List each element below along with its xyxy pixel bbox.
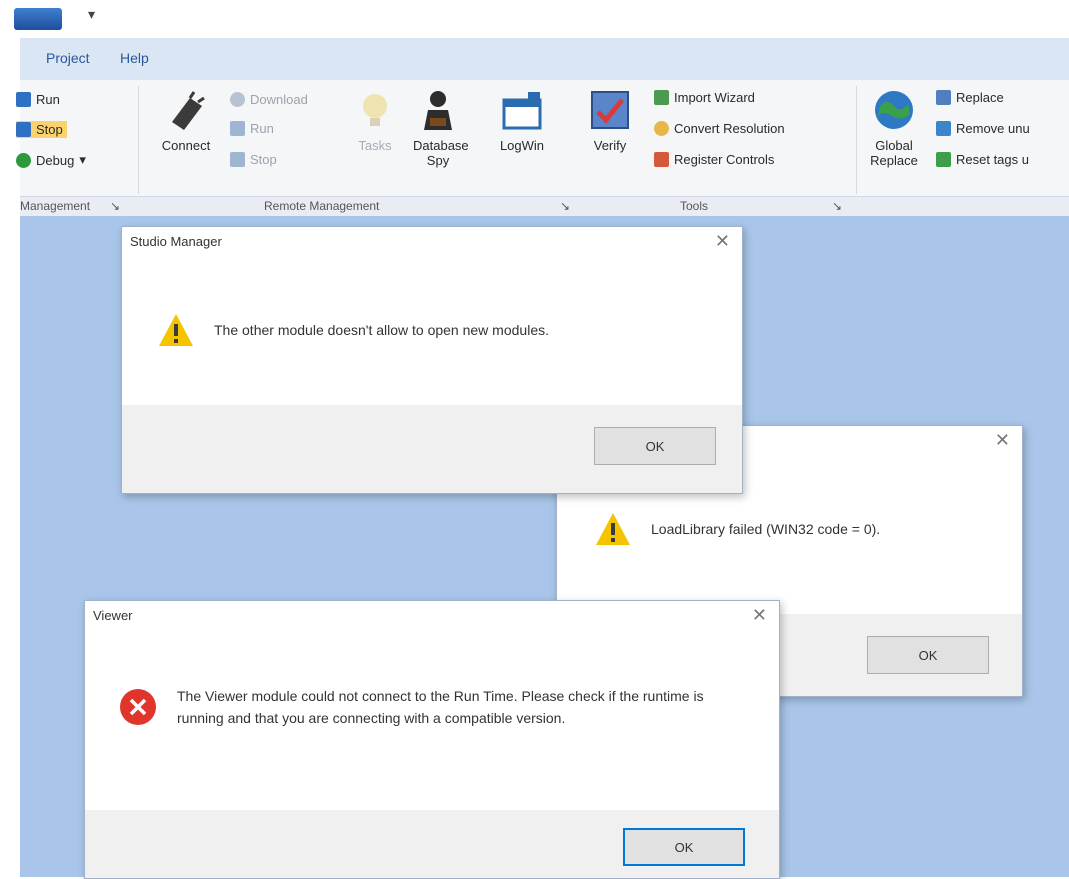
menu-project[interactable]: Project bbox=[46, 50, 90, 66]
database-spy-icon bbox=[424, 91, 452, 130]
reset-tags-icon bbox=[936, 152, 951, 167]
register-controls-icon bbox=[654, 152, 669, 167]
error-icon bbox=[120, 689, 156, 725]
remote-run-icon bbox=[230, 121, 245, 136]
debug-dropdown-icon: ▾ bbox=[79, 152, 86, 167]
menu-help[interactable]: Help bbox=[120, 50, 149, 66]
globe-icon bbox=[875, 91, 913, 129]
remove-unused-label: Remove unu bbox=[956, 121, 1030, 136]
remove-unused-button[interactable]: Remove unu bbox=[936, 121, 1030, 136]
connect-button[interactable]: Connect bbox=[154, 88, 218, 153]
logwin-label: LogWin bbox=[499, 138, 545, 153]
stop-button[interactable]: Stop bbox=[16, 121, 67, 138]
ok-button[interactable]: OK bbox=[867, 636, 989, 674]
group-launcher-icon[interactable]: ↘ bbox=[560, 199, 570, 213]
register-controls-button[interactable]: Register Controls bbox=[654, 152, 774, 167]
group-launcher-icon[interactable]: ↘ bbox=[832, 199, 842, 213]
debug-label: Debug bbox=[36, 152, 75, 168]
group-label-management: Management bbox=[20, 199, 91, 213]
global-replace-label: Global Replace bbox=[870, 138, 918, 168]
connect-plug-icon bbox=[172, 91, 205, 130]
warning-icon bbox=[596, 513, 630, 545]
remove-unused-icon bbox=[936, 121, 951, 136]
tasks-label: Tasks bbox=[358, 138, 392, 153]
menu-bar: Project Help bbox=[20, 38, 1069, 80]
reset-tags-button[interactable]: Reset tags u bbox=[936, 152, 1029, 167]
app-icon[interactable] bbox=[14, 8, 62, 30]
replace-button[interactable]: Replace bbox=[936, 90, 1004, 105]
dialog-footer: OK bbox=[85, 810, 779, 878]
remote-stop-button[interactable]: Stop bbox=[230, 152, 277, 167]
convert-resolution-label: Convert Resolution bbox=[674, 121, 785, 136]
replace-icon bbox=[936, 90, 951, 105]
dialog-message: The Viewer module could not connect to t… bbox=[177, 688, 704, 726]
convert-resolution-icon bbox=[654, 121, 669, 136]
stop-icon bbox=[16, 122, 31, 137]
logwin-window-icon bbox=[502, 92, 542, 130]
separator bbox=[138, 86, 139, 194]
group-label-remote: Remote Management bbox=[264, 199, 380, 213]
database-spy-label: Database Spy bbox=[413, 138, 469, 168]
group-label-tools: Tools bbox=[680, 199, 709, 213]
verify-icon bbox=[591, 91, 629, 129]
warning-icon bbox=[159, 314, 193, 346]
debug-button[interactable]: Debug ▾ bbox=[16, 152, 86, 168]
convert-resolution-button[interactable]: Convert Resolution bbox=[654, 121, 785, 136]
ok-button[interactable]: OK bbox=[594, 427, 716, 465]
studio-manager-dialog: Studio Manager ✕ The other module doesn'… bbox=[121, 226, 743, 494]
close-icon[interactable]: ✕ bbox=[752, 605, 767, 626]
connect-label: Connect bbox=[161, 138, 211, 153]
remote-stop-icon bbox=[230, 152, 245, 167]
verify-label: Verify bbox=[593, 138, 627, 153]
ok-button[interactable]: OK bbox=[623, 828, 745, 866]
dialog-footer: OK bbox=[122, 405, 742, 493]
tasks-lightbulb-icon bbox=[363, 94, 387, 126]
database-spy-button[interactable]: Database Spy bbox=[408, 88, 469, 168]
dialog-message: LoadLibrary failed (WIN32 code = 0). bbox=[651, 521, 881, 537]
download-label: Download bbox=[250, 92, 308, 107]
viewer-error-dialog: Viewer ✕ The Viewer module could not con… bbox=[84, 600, 780, 879]
title-bar: ▾ bbox=[0, 0, 1069, 38]
dialog-body: The other module doesn't allow to open n… bbox=[158, 313, 549, 347]
quick-access-dropdown-icon[interactable]: ▾ bbox=[88, 6, 95, 23]
download-icon bbox=[230, 92, 245, 107]
replace-label: Replace bbox=[956, 90, 1004, 105]
reset-tags-label: Reset tags u bbox=[956, 152, 1029, 167]
ribbon-group-bar: Management ↘ Remote Management ↘ Tools ↘ bbox=[20, 196, 1069, 217]
run-label: Run bbox=[36, 92, 60, 107]
debug-icon bbox=[16, 152, 31, 168]
dialog-title: Viewer bbox=[93, 608, 133, 623]
run-icon bbox=[16, 92, 31, 107]
group-launcher-icon[interactable]: ↘ bbox=[110, 199, 120, 213]
import-wizard-button[interactable]: Import Wizard bbox=[654, 90, 755, 105]
remote-run-label: Run bbox=[250, 121, 274, 136]
import-wizard-icon bbox=[654, 90, 669, 105]
close-icon[interactable]: ✕ bbox=[995, 430, 1010, 451]
download-button[interactable]: Download bbox=[230, 92, 308, 107]
stop-label: Stop bbox=[36, 122, 63, 137]
dialog-title: Studio Manager bbox=[130, 234, 222, 249]
ribbon: Run Stop Debug ▾ Connect Download Run St… bbox=[16, 80, 1069, 201]
global-replace-button[interactable]: Global Replace bbox=[864, 88, 924, 168]
register-controls-label: Register Controls bbox=[674, 152, 775, 167]
dialog-body: LoadLibrary failed (WIN32 code = 0). bbox=[595, 512, 880, 546]
close-icon[interactable]: ✕ bbox=[715, 231, 730, 252]
import-wizard-label: Import Wizard bbox=[674, 90, 755, 105]
separator bbox=[856, 86, 857, 194]
remote-run-button[interactable]: Run bbox=[230, 121, 274, 136]
logwin-button[interactable]: LogWin bbox=[490, 88, 554, 153]
tasks-button[interactable]: Tasks bbox=[350, 88, 400, 153]
remote-stop-label: Stop bbox=[250, 152, 277, 167]
run-button[interactable]: Run bbox=[16, 92, 60, 107]
dialog-message: The other module doesn't allow to open n… bbox=[214, 322, 549, 338]
dialog-body: The Viewer module could not connect to t… bbox=[119, 685, 719, 729]
verify-button[interactable]: Verify bbox=[586, 88, 634, 153]
